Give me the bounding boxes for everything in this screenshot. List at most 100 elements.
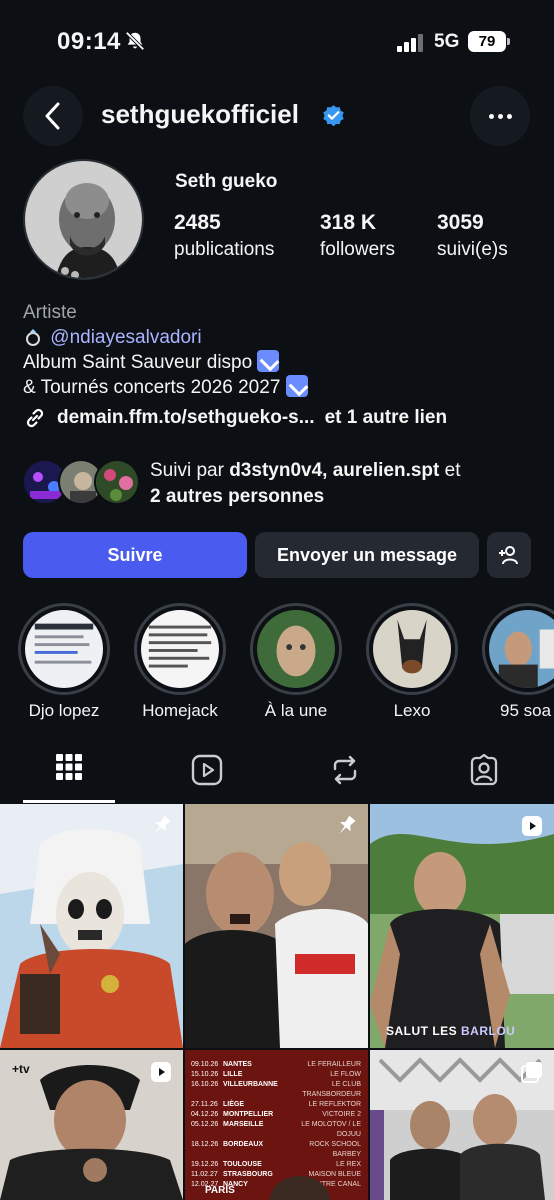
highlight-ring [482, 603, 554, 695]
highlight-cover [257, 610, 335, 688]
reel-icon [522, 816, 542, 836]
dot [488, 113, 494, 119]
mutual-followers-avatars[interactable] [22, 459, 140, 507]
post-thumbnail[interactable]: 09.10.26 NANTES LE FERAILLEUR 15.10.26 LILLE… [185, 1050, 368, 1200]
tour-venue: LE FLOW [330, 1071, 361, 1078]
highlight-cover [489, 610, 554, 688]
link-icon [26, 408, 44, 428]
status-time: 09:14 [57, 28, 121, 55]
post-thumbnail[interactable] [0, 804, 183, 1048]
tour-date-row: 27.11.26 LIÈGE LE REFLEKTOR [191, 1100, 361, 1110]
highlight-ring [250, 603, 342, 695]
profile-page: 09:14 5G 79 sethguekofficiel Seth gueko … [0, 0, 554, 1200]
tour-city: MONTPELLIER [223, 1111, 274, 1118]
bio-mention-line: @ndiayesalvadori [23, 325, 533, 350]
tagged-person-icon [470, 754, 498, 786]
bio-link-url[interactable]: demain.ffm.to/sethgueko-s... [57, 407, 315, 429]
highlight-item[interactable]: Homejack [134, 603, 226, 721]
followed-by-text[interactable]: Suivi par d3styn0v4, aurelien.spt et 2 a… [150, 458, 530, 510]
avatar-image [25, 161, 142, 278]
down-arrow-emoji-icon [257, 350, 280, 372]
stat-value: 3059 [437, 211, 484, 234]
tour-venue: VICTOIRE 2 [322, 1111, 361, 1118]
dot [506, 113, 512, 119]
back-button[interactable] [23, 86, 83, 146]
stat-value: 318 K [320, 211, 377, 234]
tour-venue: LE MOLOTOV / LE DOJUU [301, 1121, 361, 1138]
stat-followers[interactable]: 318 K followers [320, 211, 395, 261]
tour-city: MARSEILLE [223, 1121, 264, 1128]
stat-label: suivi(e)s [437, 239, 508, 260]
tour-date: 04.12.26 [191, 1111, 219, 1118]
tour-footer: PARIS [205, 1185, 235, 1196]
bio-link-extra[interactable]: et 1 autre lien [325, 407, 448, 429]
tour-city: LILLE [223, 1071, 243, 1078]
bio-mention-link[interactable]: @ndiayesalvadori [50, 327, 201, 348]
profile-category: Artiste [23, 302, 77, 323]
tour-date: 15.10.26 [191, 1071, 219, 1078]
highlight-item[interactable]: Djo lopez [18, 603, 110, 721]
profile-tabs [0, 754, 554, 804]
suggested-users-button[interactable] [487, 532, 531, 578]
repost-icon [333, 755, 357, 785]
bio-line: Album Saint Sauveur dispo [23, 350, 533, 375]
stat-label: followers [320, 239, 395, 260]
highlight-ring [18, 603, 110, 695]
stat-label: publications [174, 239, 275, 260]
add-person-icon [499, 546, 518, 565]
tab-posts-grid[interactable] [23, 754, 115, 804]
tour-date: 09.10.26 [191, 1061, 219, 1068]
tour-date-row: 09.10.26 NANTES LE FERAILLEUR [191, 1060, 361, 1070]
highlight-label: Lexo [393, 701, 431, 720]
tour-date-row: 15.10.26 LILLE LE FLOW [191, 1070, 361, 1080]
posts-grid: SALUT LES BARLOU +tv 09.10.26 NANTES LE FE… [0, 804, 554, 1200]
pinned-icon [339, 815, 356, 834]
highlight-cover [141, 610, 219, 688]
post-thumbnail[interactable] [370, 1050, 554, 1200]
follow-button[interactable]: Suivre [23, 532, 247, 578]
stat-value: 2485 [174, 211, 221, 234]
tour-date-row: 16.10.26 VILLEURBANNE LE CLUB TRANSBORDEUR [191, 1080, 361, 1100]
caption-word: BARLOU [461, 1024, 516, 1038]
tour-date: 16.10.26 [191, 1081, 219, 1088]
network-type: 5G [434, 31, 460, 52]
tour-city: NANTES [223, 1061, 252, 1068]
down-arrow-emoji-icon [285, 375, 308, 397]
pinned-icon [154, 815, 171, 834]
bio-links[interactable]: demain.ffm.to/sethgueko-s... et 1 autre … [23, 406, 447, 430]
highlight-label: Homejack [142, 701, 218, 720]
more-options-button[interactable] [470, 86, 530, 146]
tour-venue: LE CLUB TRANSBORDEUR [302, 1081, 361, 1098]
highlight-item[interactable]: À la une [250, 603, 342, 721]
bio-text: Album Saint Sauveur dispo [23, 352, 253, 373]
post-thumbnail[interactable]: SALUT LES BARLOU [370, 804, 554, 1048]
highlight-label: 95 soa [500, 701, 552, 720]
highlight-item[interactable]: 95 soa [482, 603, 554, 721]
profile-bio: Artiste @ndiayesalvadori Album Saint Sau… [23, 300, 533, 400]
message-button[interactable]: Envoyer un message [255, 532, 479, 578]
tour-venue: ROCK SCHOOL BARBEY [309, 1141, 361, 1158]
tour-date-row: 04.12.26 MONTPELLIER VICTOIRE 2 [191, 1110, 361, 1120]
post-thumbnail[interactable] [185, 804, 368, 1048]
tour-date-row: 05.12.26 MARSEILLE LE MOLOTOV / LE DOJUU [191, 1120, 361, 1140]
stat-following[interactable]: 3059 suivi(e)s [437, 211, 508, 261]
bio-line: & Tournés concerts 2026 2027 [23, 375, 533, 400]
mutual-avatar [94, 459, 140, 505]
highlight-label: À la une [264, 701, 328, 720]
battery-level: 79 [478, 33, 496, 50]
highlight-cover [373, 610, 451, 688]
profile-avatar[interactable] [23, 159, 144, 280]
bio-text: & Tournés concerts 2026 2027 [23, 377, 281, 398]
followed-by-more: 2 autres personnes [150, 486, 325, 507]
post-thumbnail[interactable]: +tv [0, 1050, 183, 1200]
display-name: Seth gueko [175, 171, 278, 192]
reels-icon [191, 754, 223, 786]
tab-reposts[interactable] [299, 754, 391, 804]
tab-reels[interactable] [161, 754, 253, 804]
stat-publications[interactable]: 2485 publications [174, 211, 274, 261]
tv-badge: +tv [12, 1062, 30, 1076]
highlight-item[interactable]: Lexo [366, 603, 458, 721]
tab-tagged[interactable] [438, 754, 530, 804]
followed-by-and: et [444, 460, 461, 481]
tour-date: 18.12.26 [191, 1141, 219, 1148]
